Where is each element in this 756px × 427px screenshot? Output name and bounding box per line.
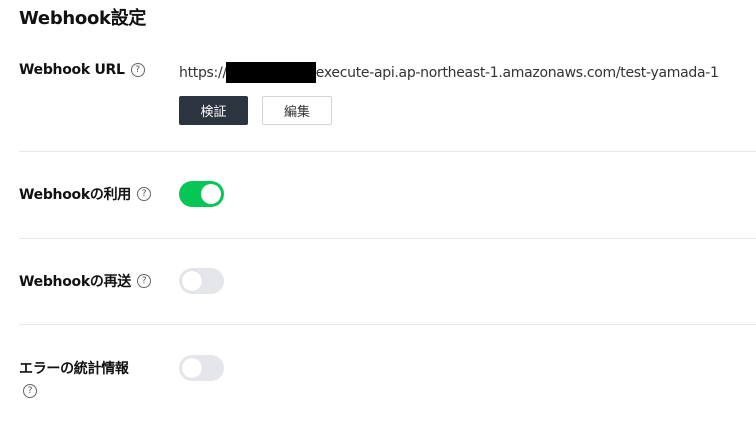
divider — [19, 151, 756, 152]
redelivery-label-text: Webhookの再送 — [19, 274, 131, 290]
divider — [19, 238, 756, 239]
toggle-knob — [182, 271, 202, 291]
error-stats-toggle[interactable] — [179, 355, 224, 381]
redelivery-label: Webhookの再送 ? — [19, 271, 151, 291]
help-icon[interactable]: ? — [136, 187, 151, 201]
webhook-url-label-text: Webhook URL — [19, 62, 125, 78]
toggle-knob — [182, 358, 202, 378]
url-prefix: https:// — [179, 64, 227, 81]
use-webhook-label: Webhookの利用 ? — [19, 184, 151, 204]
redacted-block — [225, 62, 316, 83]
help-icon[interactable]: ? — [130, 63, 145, 77]
use-webhook-toggle[interactable] — [179, 181, 224, 207]
error-stats-label-text: エラーの統計情報 — [19, 361, 129, 377]
verify-button[interactable]: 検証 — [179, 96, 248, 125]
use-webhook-label-text: Webhookの利用 — [19, 187, 131, 203]
redelivery-toggle[interactable] — [179, 268, 224, 294]
help-icon[interactable]: ? — [136, 274, 151, 288]
edit-button[interactable]: 編集 — [262, 96, 332, 125]
url-suffix: execute-api.ap-northeast-1.amazonaws.com… — [315, 64, 719, 81]
webhook-url-value: https:// execute-api.ap-northeast-1.amaz… — [179, 62, 719, 83]
toggle-knob — [201, 184, 221, 204]
webhook-url-label: Webhook URL ? — [19, 62, 145, 78]
section-title: Webhook設定 — [19, 8, 147, 29]
divider — [19, 324, 756, 325]
error-stats-label: エラーの統計情報 — [19, 358, 129, 378]
help-icon[interactable]: ? — [23, 384, 37, 398]
